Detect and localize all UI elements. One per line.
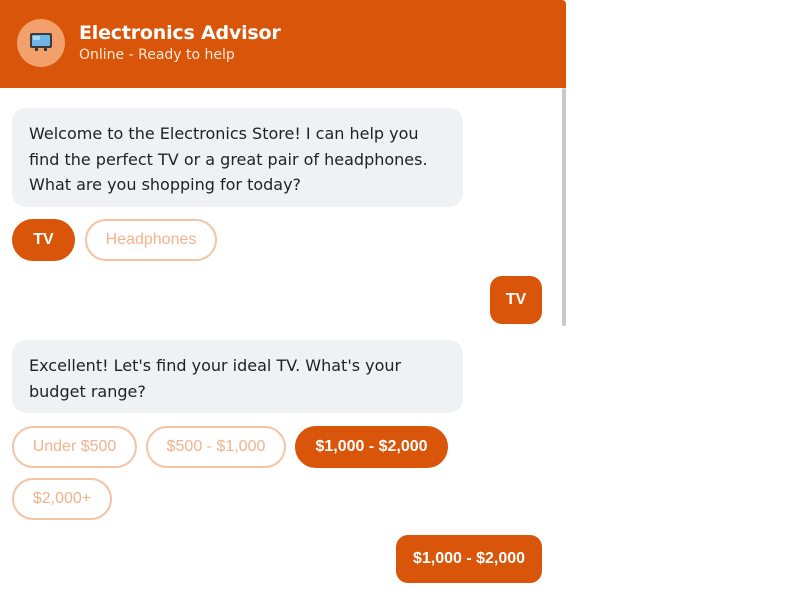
scrollbar-thumb[interactable] [562,88,566,326]
assistant-name: Electronics Advisor [79,22,281,44]
bot-message-welcome: Welcome to the Electronics Store! I can … [12,108,463,207]
user-message-tv: TV [490,276,542,324]
chat-window: Electronics Advisor Online - Ready to he… [0,0,566,600]
option-1000-2000-button[interactable]: $1,000 - $2,000 [295,426,448,468]
option-under-500-button[interactable]: Under $500 [12,426,137,468]
option-2000-plus-button[interactable]: $2,000+ [12,478,112,520]
user-message-budget: $1,000 - $2,000 [396,535,542,583]
avatar [17,19,65,67]
chat-header: Electronics Advisor Online - Ready to he… [0,0,566,88]
bot-message-budget: Excellent! Let's find your ideal TV. Wha… [12,340,463,413]
option-headphones-button[interactable]: Headphones [85,219,217,261]
option-500-1000-button[interactable]: $500 - $1,000 [146,426,286,468]
option-tv-button[interactable]: TV [12,219,75,261]
tv-icon [29,30,53,56]
assistant-status: Online - Ready to help [79,47,235,63]
